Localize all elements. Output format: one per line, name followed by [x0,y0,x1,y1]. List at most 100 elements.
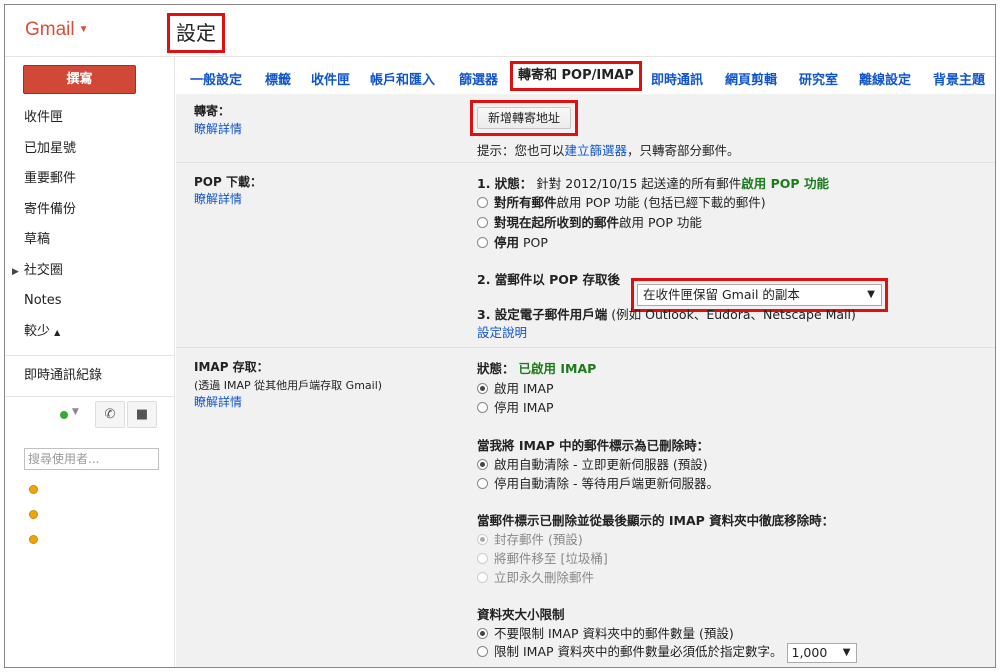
auto-expunge-on-option[interactable]: 啟用自動清除 - 立即更新伺服器 (預設) [477,454,708,473]
tab-labels[interactable]: 標籤 [265,69,291,88]
imap-disable-option[interactable]: 停用 IMAP [477,397,554,416]
option-label: 啟用 POP 功能 (包括已經下載的郵件) [556,195,766,210]
pop-option-from-now[interactable]: 對現在起所收到的郵件啟用 POP 功能 [477,212,702,231]
create-filter-link[interactable]: 建立篩選器 [565,143,628,158]
heading-text: 資料夾大小限制 [477,607,565,622]
video-call-button[interactable]: ■ [127,401,157,428]
imap-status-label: 狀態： [477,361,515,376]
sidebar-item-inbox[interactable]: 收件匣 [5,103,175,134]
imap-status-value: 已啟用 IMAP [518,361,597,376]
pop-section: POP 下載： 瞭解詳情 1. 狀態： 針對 2012/10/15 起送達的所有… [176,164,995,348]
add-forwarding-address-button[interactable]: 新增轉寄地址 [477,107,572,129]
forwarding-section: 轉寄： 瞭解詳情 新增轉寄地址 提示：您也可以建立篩選器，只轉寄部分郵件。 [176,94,995,163]
dropdown-arrow-icon: ▼ [867,289,875,300]
status-dropdown-icon[interactable]: ▼ [72,407,79,417]
compose-button[interactable]: 撰寫 [23,65,136,94]
tab-forwarding-pop-imap[interactable]: 轉寄和 POP/IMAP [510,61,642,91]
settings-main: 一般設定 標籤 收件匣 帳戶和匯入 篩選器 轉寄和 POP/IMAP 即時通訊 … [176,57,995,667]
radio-button[interactable] [477,197,488,208]
radio-button[interactable] [477,459,488,470]
tip-text: 提示：您也可以 [477,143,565,158]
move-to-trash-option[interactable]: 將郵件移至 [垃圾桶] [477,548,608,567]
pop-option-all[interactable]: 對所有郵件啟用 POP 功能 (包括已經下載的郵件) [477,192,766,211]
radio-button[interactable] [477,237,488,248]
pop-client-setup: 3. 設定電子郵件用戶端 (例如 Outlook、Eudora、Netscape… [477,304,856,323]
folder-limit-select[interactable]: 1,000 ▼ [786,642,857,663]
tab-accounts-import[interactable]: 帳戶和匯入 [370,69,435,88]
imap-status: 狀態： 已啟用 IMAP [477,358,596,377]
imap-enable-option[interactable]: 啟用 IMAP [477,378,554,397]
select-value: 1,000 [791,644,828,660]
dropdown-arrow-icon: ▼ [842,646,851,658]
tab-chat[interactable]: 即時通訊 [651,69,703,88]
archive-option[interactable]: 封存郵件 (預設) [477,529,583,548]
sidebar-item-notes[interactable]: Notes [5,286,175,317]
client-setup-label: 3. 設定電子郵件用戶端 [477,307,608,322]
client-examples: (例如 Outlook、Eudora、Netscape Mail) [611,307,856,322]
auto-expunge-off-option[interactable]: 停用自動清除 - 等待用戶端更新伺服器。 [477,473,719,492]
select-value: 在收件匣保留 Gmail 的副本 [643,287,800,302]
forwarding-learn-more-link[interactable]: 瞭解詳情 [194,120,242,137]
page-title: 設定 [167,13,225,53]
phone-icon: ✆ [104,407,116,422]
gmail-logo[interactable]: Gmail ▼ [25,19,89,41]
imap-section: IMAP 存取： (透過 IMAP 從其他用戶端存取 Gmail) 瞭解詳情 狀… [176,349,995,667]
video-camera-icon: ■ [135,407,149,422]
pop-option-disable[interactable]: 停用 POP [477,232,548,251]
folder-size-heading: 資料夾大小限制 [477,604,565,623]
contact-status-icon[interactable] [29,510,38,519]
tab-web-clips[interactable]: 網頁剪輯 [725,69,777,88]
radio-button[interactable] [477,553,488,564]
phone-call-button[interactable]: ✆ [95,401,125,428]
imap-sub-label: (透過 IMAP 從其他用戶端存取 Gmail) [194,379,383,392]
sidebar-item-drafts[interactable]: 草稿 [5,225,175,256]
online-status-icon[interactable] [60,411,68,419]
tab-inbox[interactable]: 收件匣 [311,69,350,88]
sidebar-item-important[interactable]: 重要郵件 [5,164,175,195]
option-label: 啟用 POP 功能 [619,215,702,230]
tab-general[interactable]: 一般設定 [190,69,242,88]
radio-button[interactable] [477,534,488,545]
radio-button[interactable] [477,646,488,657]
option-label-bold: 對現在起所收到的郵件 [494,215,620,230]
imap-learn-more-link[interactable]: 瞭解詳情 [194,393,242,410]
sidebar-item-sent[interactable]: 寄件備份 [5,195,175,226]
tab-themes[interactable]: 背景主題 [933,69,985,88]
option-label: 封存郵件 (預設) [494,532,583,547]
tab-labs[interactable]: 研究室 [799,69,838,88]
pop-access-label: 2. 當郵件以 POP 存取後 [477,272,620,287]
radio-button[interactable] [477,383,488,394]
imap-expunge-heading: 當郵件標示已刪除並從最後顯示的 IMAP 資料夾中徹底移除時： [477,510,834,529]
tab-offline[interactable]: 離線設定 [859,69,911,88]
pop-learn-more-link[interactable]: 瞭解詳情 [194,190,242,207]
sidebar-item-chat-log[interactable]: 即時通訊紀錄 [5,356,175,396]
sidebar-item-less[interactable]: 較少 ▲ [5,317,175,348]
radio-button[interactable] [477,217,488,228]
pop-status-text: 針對 2012/10/15 起送達的所有郵件 [536,176,742,191]
pop-action-select[interactable]: 在收件匣保留 Gmail 的副本 ▼ [637,284,882,306]
sidebar-item-circles[interactable]: ▶ 社交圈 [5,256,175,287]
imap-label: IMAP 存取： [194,360,269,374]
top-bar: Gmail ▼ 設定 [5,5,995,57]
sidebar-nav: 收件匣 已加星號 重要郵件 寄件備份 草稿 ▶ 社交圈 Notes 較少 ▲ 即時… [5,103,175,437]
option-label: POP [523,235,548,250]
radio-button[interactable] [477,402,488,413]
contact-status-icon[interactable] [29,535,38,544]
tab-filters[interactable]: 篩選器 [459,69,498,88]
delete-forever-option[interactable]: 立即永久刪除郵件 [477,567,594,586]
option-label-bold: 對所有郵件 [494,195,557,210]
settings-tabs: 一般設定 標籤 收件匣 帳戶和匯入 篩選器 轉寄和 POP/IMAP 即時通訊 … [176,57,995,93]
radio-button[interactable] [477,478,488,489]
setup-instructions-link[interactable]: 設定說明 [477,325,527,340]
radio-button[interactable] [477,572,488,583]
no-limit-option[interactable]: 不要限制 IMAP 資料夾中的郵件數量 (預設) [477,623,734,642]
search-users-input[interactable]: 搜尋使用者... [24,448,159,470]
tip-text: ，只轉寄部分郵件。 [627,143,740,158]
limit-option[interactable]: 限制 IMAP 資料夾中的郵件數量必須低於指定數字。 1,000 ▼ [477,641,857,663]
logo-text: Gmail [25,19,75,40]
expand-arrow-icon[interactable]: ▶ [12,267,19,277]
radio-button[interactable] [477,628,488,639]
option-label: 停用自動清除 - 等待用戶端更新伺服器。 [494,476,719,491]
sidebar-item-starred[interactable]: 已加星號 [5,134,175,165]
contact-status-icon[interactable] [29,485,38,494]
